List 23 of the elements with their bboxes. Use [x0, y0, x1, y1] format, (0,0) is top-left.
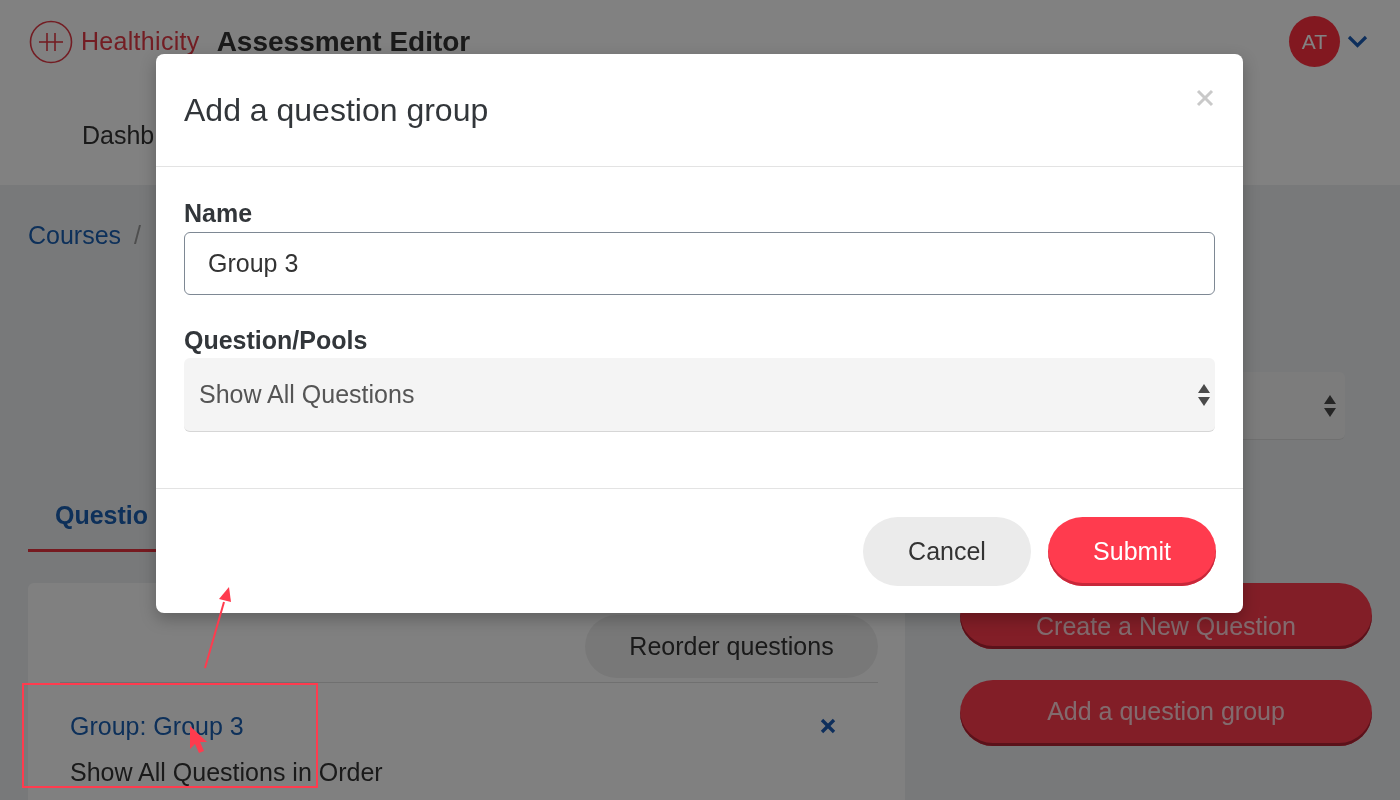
remove-icon[interactable]	[820, 718, 836, 734]
select-field[interactable]	[1243, 372, 1345, 440]
nav-link[interactable]: Dashb	[82, 121, 155, 149]
submit-button[interactable]: Submit	[1048, 517, 1216, 586]
cancel-button[interactable]: Cancel	[863, 517, 1031, 586]
field-label: Name	[184, 198, 254, 228]
name-input[interactable]: Group 3	[184, 232, 1215, 295]
action-button[interactable]: Add a question group	[960, 680, 1372, 746]
logo-icon	[29, 19, 73, 64]
app-title: Assessment Editor	[216, 25, 471, 58]
user-avatar[interactable]: AT	[1289, 16, 1340, 67]
sort-arrows-icon	[1198, 383, 1210, 406]
group-description: Show All Questions in Order	[70, 758, 384, 786]
select-field[interactable]: Show All Questions	[184, 358, 1215, 432]
chevron-down-icon[interactable]	[1347, 35, 1368, 48]
breadcrumb-separator: /	[134, 220, 142, 250]
field-label: Question/Pools	[184, 325, 369, 355]
breadcrumb-link[interactable]: Courses	[28, 220, 122, 250]
modal-title: Add a question group	[184, 91, 489, 129]
logo-text: Healthicity	[81, 27, 200, 56]
sort-arrows-icon	[1324, 394, 1336, 417]
group-link[interactable]: Group: Group 3	[70, 711, 244, 741]
reorder-button[interactable]: Reorder questions	[585, 615, 878, 678]
